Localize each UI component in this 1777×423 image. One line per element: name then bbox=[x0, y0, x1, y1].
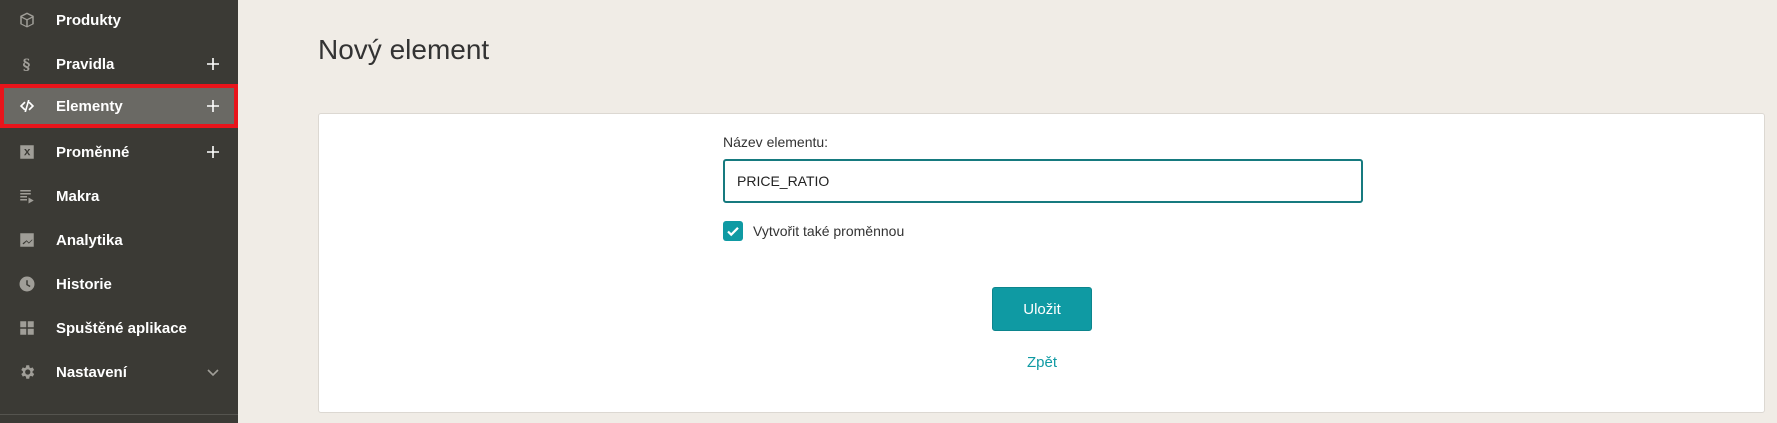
grid-icon bbox=[16, 317, 38, 339]
section-icon: § bbox=[16, 53, 38, 75]
chart-icon bbox=[16, 229, 38, 251]
chevron-down-icon[interactable] bbox=[206, 365, 220, 379]
sidebar-item-label: Analytika bbox=[56, 231, 123, 249]
element-name-label: Název elementu: bbox=[723, 134, 829, 150]
plus-icon[interactable] bbox=[206, 145, 220, 159]
form-card: Název elementu: Vytvořit také proměnnou … bbox=[318, 113, 1765, 413]
sidebar-item-makra[interactable]: Makra bbox=[0, 174, 238, 218]
sidebar-item-label: Pravidla bbox=[56, 55, 115, 73]
sidebar: Produkty § Pravidla Elementy Proměnné Ma… bbox=[0, 0, 238, 423]
save-button[interactable]: Uložit bbox=[992, 287, 1092, 331]
sidebar-item-label: Produkty bbox=[56, 11, 122, 29]
sidebar-divider bbox=[0, 414, 238, 415]
svg-text:§: § bbox=[23, 55, 31, 73]
create-variable-label[interactable]: Vytvořit také proměnnou bbox=[753, 223, 904, 239]
element-name-input[interactable] bbox=[723, 159, 1363, 203]
sidebar-item-label: Historie bbox=[56, 275, 112, 293]
sidebar-item-promenne[interactable]: Proměnné bbox=[0, 130, 238, 174]
plus-icon[interactable] bbox=[206, 99, 220, 113]
back-link[interactable]: Zpět bbox=[992, 354, 1092, 371]
sidebar-item-label: Nastavení bbox=[56, 363, 127, 381]
box-icon bbox=[16, 9, 38, 31]
page-title: Nový element bbox=[318, 34, 490, 65]
sidebar-item-nastaveni[interactable]: Nastavení bbox=[0, 350, 238, 394]
plus-icon[interactable] bbox=[206, 57, 220, 71]
playlist-icon bbox=[16, 185, 38, 207]
sidebar-item-pravidla[interactable]: § Pravidla bbox=[0, 42, 238, 86]
sidebar-item-historie[interactable]: Historie bbox=[0, 262, 238, 306]
gear-icon bbox=[16, 361, 38, 383]
clock-icon bbox=[16, 273, 38, 295]
sidebar-item-analytika[interactable]: Analytika bbox=[0, 218, 238, 262]
variable-icon bbox=[16, 141, 38, 163]
sidebar-item-label: Spuštěné aplikace bbox=[56, 319, 187, 337]
create-variable-checkbox[interactable] bbox=[723, 221, 743, 241]
sidebar-item-label: Elementy bbox=[56, 97, 123, 115]
sidebar-item-elementy[interactable]: Elementy bbox=[0, 84, 238, 128]
sidebar-item-label: Proměnné bbox=[56, 143, 130, 161]
code-icon bbox=[16, 95, 38, 117]
sidebar-item-spustene-aplikace[interactable]: Spuštěné aplikace bbox=[0, 306, 238, 350]
sidebar-item-produkty[interactable]: Produkty bbox=[0, 0, 238, 42]
checkmark-icon bbox=[727, 227, 739, 237]
sidebar-item-label: Makra bbox=[56, 187, 100, 205]
